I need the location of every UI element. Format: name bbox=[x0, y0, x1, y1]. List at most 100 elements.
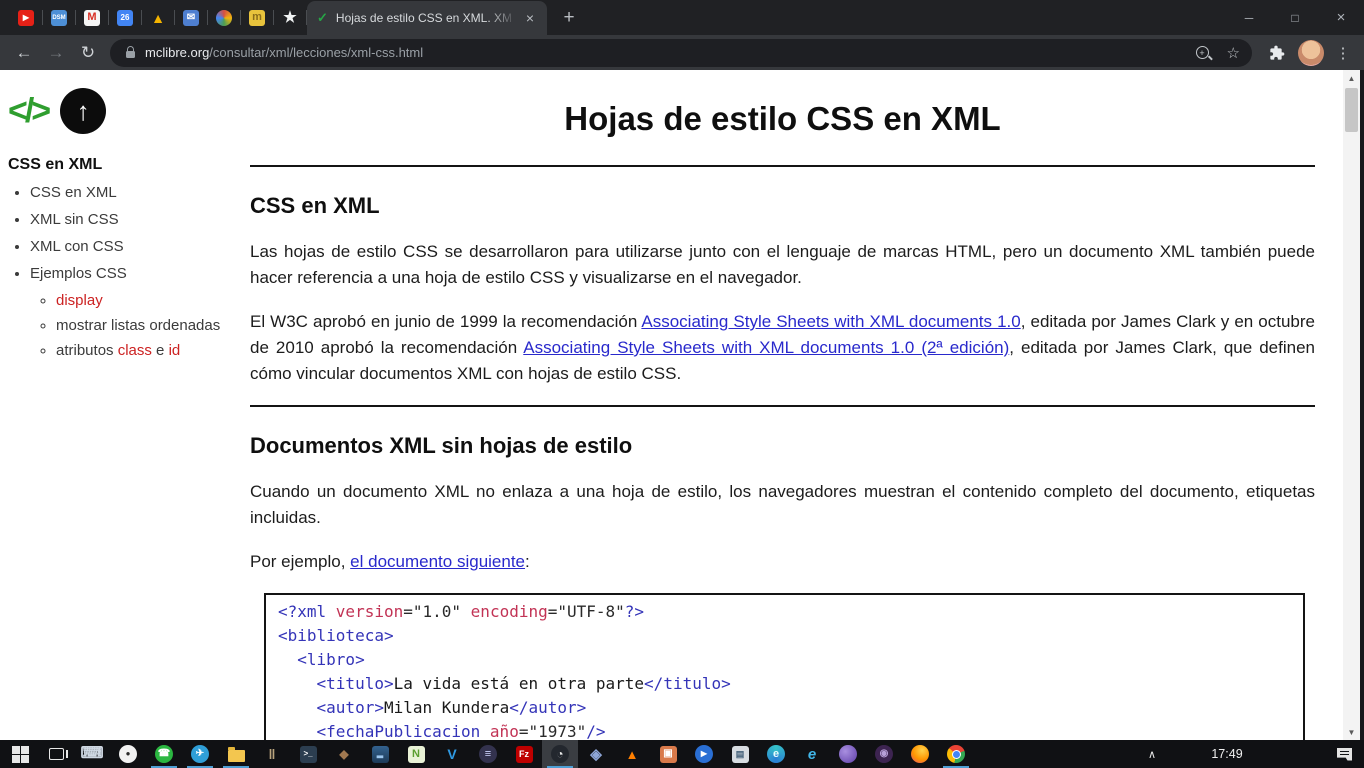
chrome-icon[interactable] bbox=[938, 740, 974, 768]
purple-orb-app-icon[interactable] bbox=[830, 740, 866, 768]
pinned-tab-drive[interactable]: ▲ bbox=[142, 1, 174, 35]
inline-link[interactable]: Associating Style Sheets with XML docume… bbox=[523, 338, 1009, 357]
mail-favicon-icon: ✉ bbox=[183, 9, 199, 26]
powershell-icon[interactable]: >_ bbox=[290, 740, 326, 768]
sidebar-item-xml-sin-css[interactable]: XML sin CSS bbox=[30, 211, 250, 228]
url-text: mclibre.org/consultar/xml/lecciones/xml-… bbox=[145, 45, 1196, 60]
pinned-tab-bookmarks[interactable]: ★ bbox=[274, 1, 306, 35]
up-arrow-logo-icon[interactable]: ↑ bbox=[60, 88, 107, 134]
tor-browser-glyph: ◉ bbox=[875, 745, 893, 763]
sidebar-subitem-listas-ordenadas[interactable]: mostrar listas ordenadas bbox=[56, 317, 250, 334]
code-token: version bbox=[335, 602, 404, 621]
browser-tab-strip: ▶ DSM M 26 ▲ ✉ m ★ ✓ Hojas de estilo CSS en XML… bbox=[0, 0, 1364, 35]
pinned-tab-calendar[interactable]: 26 bbox=[109, 1, 141, 35]
filezilla-icon[interactable]: Fz bbox=[506, 740, 542, 768]
sidebar-subitem-display[interactable]: display bbox=[56, 292, 250, 309]
code-line: <fechaPublicacion año="1973"/> bbox=[278, 720, 1291, 740]
virtualbox-icon[interactable]: ◈ bbox=[578, 740, 614, 768]
sidebar-sublist: display mostrar listas ordenadas atribut… bbox=[30, 292, 250, 359]
file-explorer-glyph bbox=[227, 746, 245, 762]
window-maximize-button[interactable]: □ bbox=[1272, 0, 1318, 35]
dsm-favicon-icon: DSM bbox=[51, 9, 67, 26]
vscode-icon[interactable]: V bbox=[434, 740, 470, 768]
system-monitor-icon[interactable]: ▤ bbox=[722, 740, 758, 768]
window-minimize-button[interactable]: ─ bbox=[1226, 0, 1272, 35]
edge-browser-icon[interactable]: e bbox=[758, 740, 794, 768]
inline-link[interactable]: el documento siguiente bbox=[350, 552, 525, 571]
media-player-icon[interactable]: ▶ bbox=[686, 740, 722, 768]
code-line: <libro> bbox=[278, 648, 1291, 672]
notepad-plus-plus-icon[interactable]: N bbox=[398, 740, 434, 768]
code-token: ="UTF-8" bbox=[547, 602, 625, 621]
touch-keyboard-icon[interactable]: ⌨ bbox=[74, 740, 110, 768]
back-button[interactable]: ← bbox=[8, 37, 40, 69]
sidebar-item-xml-con-css[interactable]: XML con CSS bbox=[30, 238, 250, 255]
start-button[interactable] bbox=[2, 740, 38, 768]
scroll-up-icon[interactable]: ▲ bbox=[1343, 70, 1360, 86]
divider bbox=[250, 405, 1315, 407]
sidebar-subitem-atributos[interactable]: atributos class e id bbox=[56, 342, 250, 359]
internet-explorer-glyph: e bbox=[807, 745, 817, 763]
inline-link[interactable]: Associating Style Sheets with XML docume… bbox=[641, 312, 1020, 331]
mysql-workbench-icon[interactable]: ▣ bbox=[650, 740, 686, 768]
calendar-favicon-icon: 26 bbox=[117, 9, 133, 26]
address-bar[interactable]: mclibre.org/consultar/xml/lecciones/xml-… bbox=[110, 38, 1252, 67]
active-tab[interactable]: ✓ Hojas de estilo CSS en XML. XM × bbox=[307, 1, 547, 35]
window-close-button[interactable]: × bbox=[1318, 0, 1364, 35]
whatsapp-icon[interactable]: ☎ bbox=[146, 740, 182, 768]
lock-icon[interactable] bbox=[126, 46, 135, 58]
eclipse-icon[interactable]: ≡ bbox=[470, 740, 506, 768]
vlc-icon[interactable]: ▲ bbox=[614, 740, 650, 768]
library-app-icon[interactable]: ‖ bbox=[254, 740, 290, 768]
action-center-icon[interactable] bbox=[1337, 747, 1352, 761]
blue-app-icon[interactable]: ▂ bbox=[362, 740, 398, 768]
tray-clock[interactable]: 17:49 bbox=[1195, 747, 1259, 761]
pinned-tab-moodle[interactable]: m bbox=[241, 1, 273, 35]
forward-button[interactable]: → bbox=[40, 37, 72, 69]
scrollbar-thumb[interactable] bbox=[1345, 88, 1358, 132]
pinned-tab-mail[interactable]: ✉ bbox=[175, 1, 207, 35]
window-right-edge bbox=[1360, 70, 1364, 740]
code-token: <titulo> bbox=[316, 674, 394, 693]
touch-keyboard-glyph: ⌨ bbox=[80, 745, 104, 762]
vlc-glyph: ▲ bbox=[625, 746, 639, 762]
telegram-icon[interactable]: ✈ bbox=[182, 740, 218, 768]
paragraph: Las hojas de estilo CSS se desarrollaron… bbox=[250, 239, 1315, 291]
winscp-icon[interactable]: ◆ bbox=[326, 740, 362, 768]
pinned-tab-photos[interactable] bbox=[208, 1, 240, 35]
tor-browser-icon[interactable]: ◉ bbox=[866, 740, 902, 768]
pinned-tab-youtube[interactable]: ▶ bbox=[10, 1, 42, 35]
moodle-favicon-icon: m bbox=[249, 9, 265, 26]
text-segment: : bbox=[525, 552, 530, 571]
browser-menu-kebab-icon[interactable]: ⋮ bbox=[1330, 38, 1356, 68]
new-tab-button[interactable]: + bbox=[555, 4, 583, 32]
reload-button[interactable]: ↻ bbox=[72, 37, 104, 69]
pinned-tab-dsm[interactable]: DSM bbox=[43, 1, 75, 35]
file-explorer-icon[interactable] bbox=[218, 740, 254, 768]
task-view-button[interactable] bbox=[38, 740, 74, 768]
tab-close-icon[interactable]: × bbox=[521, 9, 539, 27]
code-logo-icon[interactable]: </> bbox=[8, 92, 51, 131]
system-tray: ∧ 17:49 bbox=[1137, 740, 1364, 768]
code-token: </titulo> bbox=[644, 674, 731, 693]
firefox-icon[interactable] bbox=[902, 740, 938, 768]
code-token: /> bbox=[586, 722, 606, 740]
sidebar-list: CSS en XML XML sin CSS XML con CSS Ejemp… bbox=[8, 184, 250, 359]
bookmark-star-icon[interactable]: ☆ bbox=[1227, 44, 1240, 62]
internet-explorer-icon[interactable]: e bbox=[794, 740, 830, 768]
code-token: </autor> bbox=[509, 698, 587, 717]
chat-app-icon[interactable]: ● bbox=[110, 740, 146, 768]
section-heading-xml-sin-hojas: Documentos XML sin hojas de estilo bbox=[250, 433, 633, 458]
page-scrollbar[interactable]: ▲ ▼ bbox=[1343, 70, 1360, 740]
pinned-tab-gmail[interactable]: M bbox=[76, 1, 108, 35]
tray-chevron-up-icon[interactable]: ∧ bbox=[1137, 748, 1167, 761]
sidebar-item-css-en-xml[interactable]: CSS en XML bbox=[30, 184, 250, 201]
eclipse-glyph: ≡ bbox=[479, 745, 497, 763]
sidebar-item-ejemplos-css[interactable]: Ejemplos CSS bbox=[30, 265, 250, 282]
scroll-down-icon[interactable]: ▼ bbox=[1343, 724, 1360, 740]
extensions-icon[interactable] bbox=[1262, 38, 1292, 68]
obs-icon[interactable]: ◔ bbox=[542, 740, 578, 768]
profile-avatar[interactable] bbox=[1298, 39, 1324, 66]
zoom-icon[interactable]: + bbox=[1195, 46, 1209, 59]
